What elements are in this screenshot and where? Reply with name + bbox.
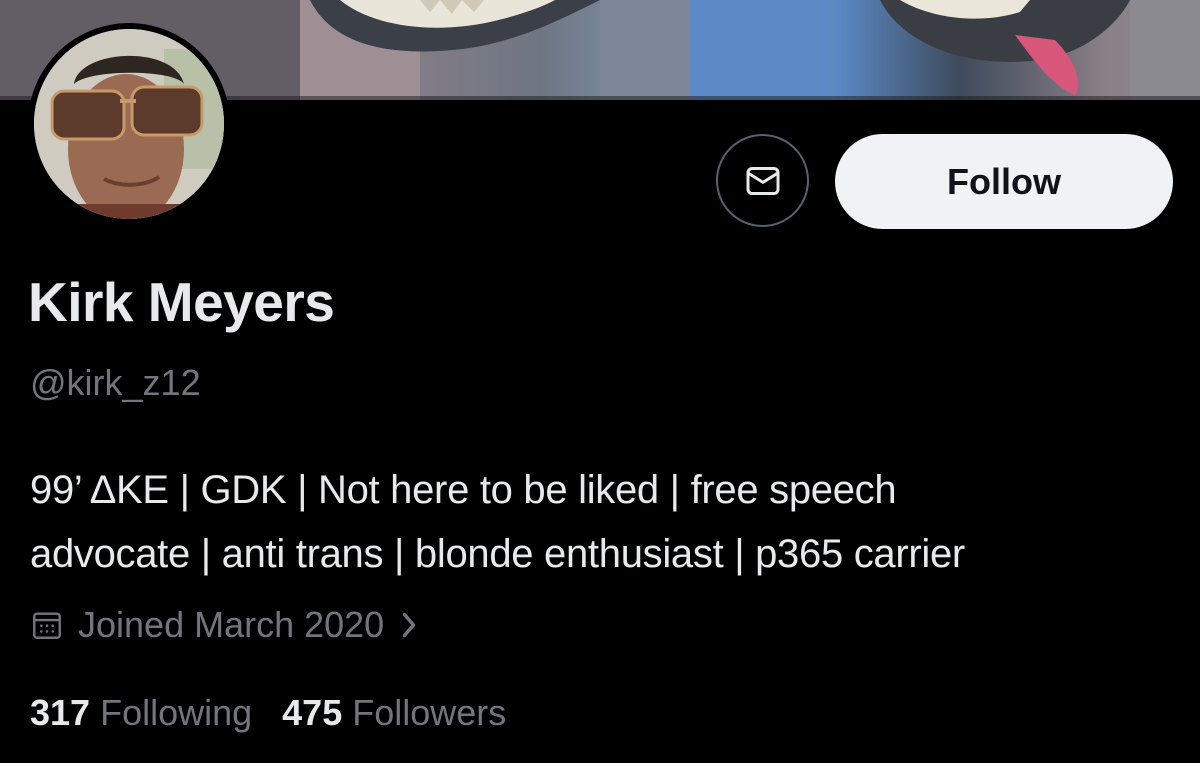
following-count: 317 (30, 692, 91, 733)
followers-link[interactable]: 475 Followers (282, 692, 506, 734)
avatar-photo (34, 29, 224, 219)
followers-count: 475 (282, 692, 343, 733)
following-label: Following (100, 692, 253, 733)
message-button[interactable] (716, 134, 809, 227)
calendar-icon (30, 608, 64, 642)
joined-date[interactable]: Joined March 2020 (30, 604, 420, 646)
chevron-right-icon (398, 610, 420, 640)
envelope-icon (743, 161, 783, 201)
user-handle: @kirk_z12 (30, 362, 201, 403)
followers-label: Followers (352, 692, 507, 733)
profile-bio: 99’ ΔKE | GDK | Not here to be liked | f… (30, 458, 1180, 586)
bio-line: advocate | anti trans | blonde enthusias… (30, 532, 965, 576)
follow-stats: 317 Following 475 Followers (30, 692, 536, 734)
bio-line: 99’ ΔKE | GDK | Not here to be liked | f… (30, 468, 897, 512)
display-name: Kirk Meyers (28, 271, 335, 333)
joined-label: Joined March 2020 (78, 604, 385, 645)
following-link[interactable]: 317 Following (30, 692, 252, 734)
follow-button[interactable]: Follow (835, 134, 1173, 229)
profile-avatar[interactable] (28, 23, 230, 225)
